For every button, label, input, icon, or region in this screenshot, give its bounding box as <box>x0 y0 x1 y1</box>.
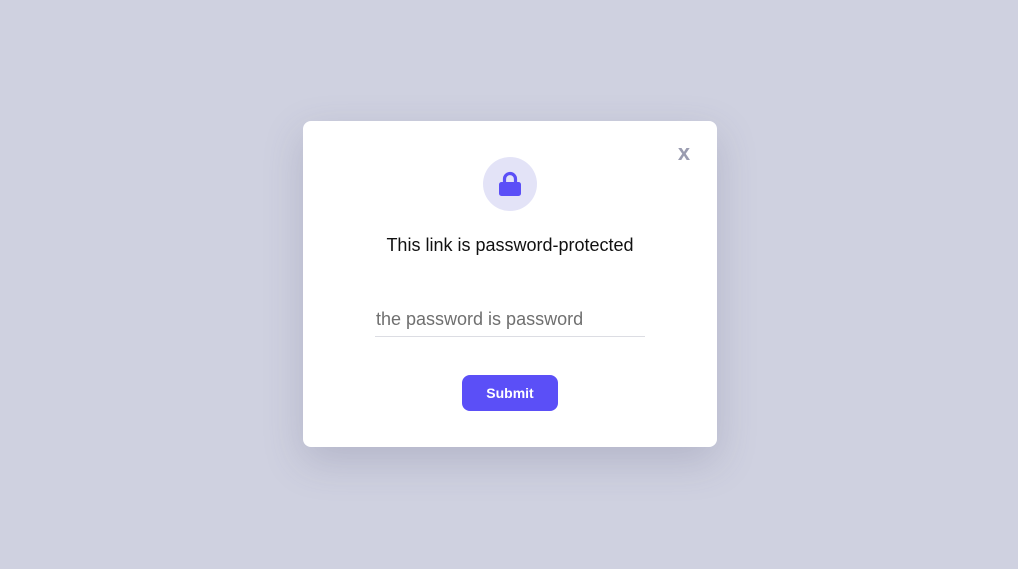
close-button[interactable]: x <box>674 141 694 165</box>
password-modal: x This link is password-protected Submit <box>303 121 717 447</box>
password-input[interactable] <box>375 303 645 337</box>
submit-button[interactable]: Submit <box>462 375 558 411</box>
lock-icon <box>499 171 521 196</box>
dialog-title: This link is password-protected <box>386 235 634 255</box>
lock-icon-badge <box>483 157 537 211</box>
